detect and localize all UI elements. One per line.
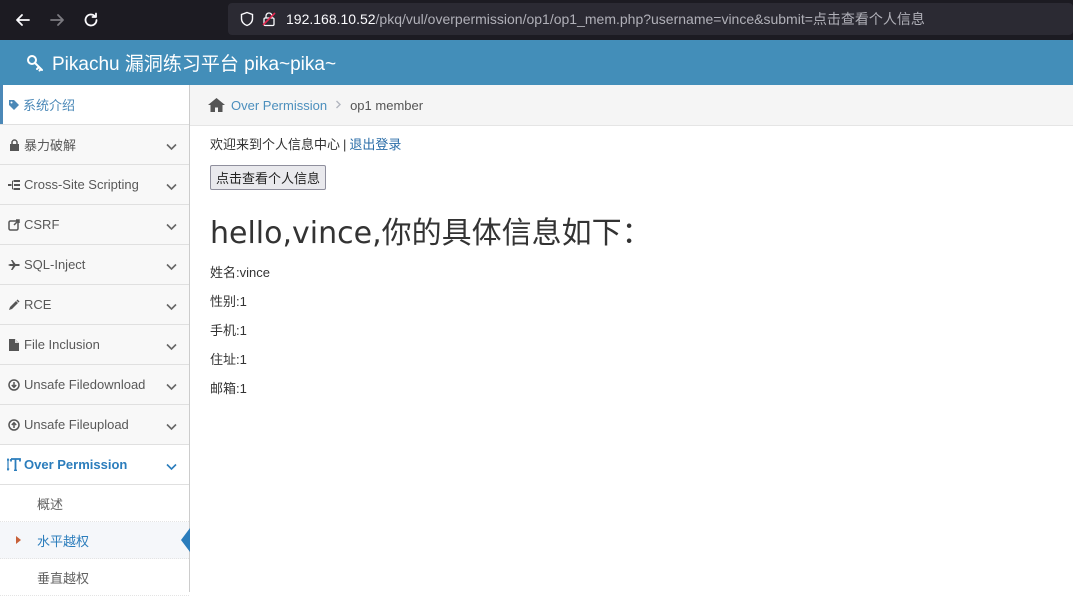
- welcome-line: 欢迎来到个人信息中心 | 退出登录: [210, 134, 1050, 153]
- sidebar-item-rce[interactable]: RCE: [0, 285, 189, 325]
- pencil-icon: [7, 298, 21, 311]
- chevron-down-icon: [166, 379, 177, 394]
- sidebar-item-label: Cross-Site Scripting: [24, 177, 139, 192]
- app-title[interactable]: Pikachu 漏洞练习平台 pika~pika~: [52, 49, 336, 76]
- info-name: 姓名:vince: [210, 265, 270, 280]
- sidebar-item-label: Unsafe Fileupload: [24, 417, 129, 432]
- insecure-lock-icon[interactable]: [258, 11, 280, 27]
- chevron-down-icon: [166, 179, 177, 194]
- url-host: 192.168.10.52: [286, 11, 376, 27]
- submenu-item-horizontal[interactable]: 水平越权: [0, 522, 190, 559]
- sidebar-item-label: Over Permission: [24, 457, 128, 472]
- upload-icon: [7, 418, 21, 431]
- plane-icon: [7, 259, 21, 271]
- view-info-button[interactable]: 点击查看个人信息: [210, 165, 327, 190]
- sidebar: 系统介绍 暴力破解 Cross-Site Scripting CSRF SQL-…: [0, 85, 190, 596]
- key-icon: [26, 54, 44, 72]
- sitemap-icon: [7, 179, 21, 191]
- file-icon: [7, 338, 21, 351]
- caret-right-icon: [16, 536, 21, 544]
- sidebar-item-filedownload[interactable]: Unsafe Filedownload: [0, 365, 189, 405]
- app-header: Pikachu 漏洞练习平台 pika~pika~: [0, 40, 1073, 85]
- chevron-down-icon: [166, 299, 177, 314]
- greeting-heading: hello,vince,你的具体信息如下：: [210, 216, 652, 251]
- back-button[interactable]: [6, 0, 40, 40]
- shield-icon[interactable]: [236, 11, 258, 27]
- sidebar-item-csrf[interactable]: CSRF: [0, 205, 189, 245]
- active-pointer-icon: [181, 528, 190, 552]
- lock-icon: [7, 138, 21, 151]
- forward-arrow-icon: [50, 14, 64, 26]
- chevron-down-icon: [166, 259, 177, 274]
- chevron-down-icon: [166, 339, 177, 354]
- submenu-item-label: 水平越权: [37, 533, 90, 549]
- sidebar-item-label: File Inclusion: [24, 337, 100, 352]
- url-text[interactable]: 192.168.10.52/pkq/vul/overpermission/op1…: [286, 9, 925, 29]
- back-arrow-icon: [16, 14, 30, 26]
- sidebar-item-intro[interactable]: 系统介绍: [0, 85, 189, 125]
- welcome-separator: |: [343, 137, 347, 152]
- external-link-icon: [7, 218, 21, 231]
- browser-toolbar: 192.168.10.52/pkq/vul/overpermission/op1…: [0, 0, 1073, 40]
- tag-icon: [7, 99, 21, 111]
- home-icon[interactable]: [208, 98, 225, 112]
- chevron-down-icon: [166, 139, 177, 154]
- breadcrumb: Over Permission op1 member: [190, 85, 1073, 126]
- sidebar-item-xss[interactable]: Cross-Site Scripting: [0, 165, 189, 205]
- sidebar-item-label: SQL-Inject: [24, 257, 86, 272]
- main-content: 欢迎来到个人信息中心 | 退出登录 点击查看个人信息 hello,vince,你的具…: [210, 134, 1050, 396]
- sidebar-item-label: Unsafe Filedownload: [24, 377, 146, 392]
- chevron-down-icon: [166, 459, 177, 474]
- download-icon: [7, 378, 21, 391]
- info-email: 邮箱:1: [210, 381, 247, 396]
- sidebar-item-sqli[interactable]: SQL-Inject: [0, 245, 189, 285]
- sidebar-item-label: CSRF: [24, 217, 60, 232]
- info-gender: 性别:1: [210, 294, 247, 309]
- submenu: 概述 水平越权 垂直越权: [0, 485, 190, 596]
- sidebar-item-label: 暴力破解: [24, 138, 77, 153]
- url-path: /pkq/vul/overpermission/op1/op1_mem.php?…: [375, 11, 925, 27]
- sidebar-item-label: RCE: [24, 297, 52, 312]
- submenu-item-overview[interactable]: 概述: [0, 485, 189, 522]
- address-bar[interactable]: 192.168.10.52/pkq/vul/overpermission/op1…: [228, 3, 1073, 35]
- info-address: 住址:1: [210, 352, 247, 367]
- chevron-down-icon: [166, 419, 177, 434]
- sidebar-item-label: 系统介绍: [23, 98, 76, 113]
- chevron-down-icon: [166, 219, 177, 234]
- sidebar-item-fileupload[interactable]: Unsafe Fileupload: [0, 405, 189, 445]
- welcome-text: 欢迎来到个人信息中心: [210, 137, 341, 152]
- sidebar-item-bruteforce[interactable]: 暴力破解: [0, 125, 189, 165]
- submenu-item-vertical[interactable]: 垂直越权: [0, 559, 189, 596]
- sidebar-item-over-permission[interactable]: Over Permission: [0, 445, 189, 485]
- reload-icon: [84, 12, 98, 27]
- breadcrumb-current: op1 member: [350, 97, 424, 113]
- info-phone: 手机:1: [210, 323, 247, 338]
- chevron-right-icon: [335, 98, 342, 112]
- breadcrumb-link[interactable]: Over Permission: [231, 98, 327, 113]
- sidebar-item-file-inclusion[interactable]: File Inclusion: [0, 325, 189, 365]
- submenu-item-label: 概述: [37, 496, 64, 512]
- forward-button[interactable]: [40, 0, 74, 40]
- submenu-item-label: 垂直越权: [37, 570, 90, 586]
- text-height-icon: [7, 458, 21, 471]
- logout-link[interactable]: 退出登录: [349, 137, 401, 152]
- reload-button[interactable]: [74, 0, 108, 40]
